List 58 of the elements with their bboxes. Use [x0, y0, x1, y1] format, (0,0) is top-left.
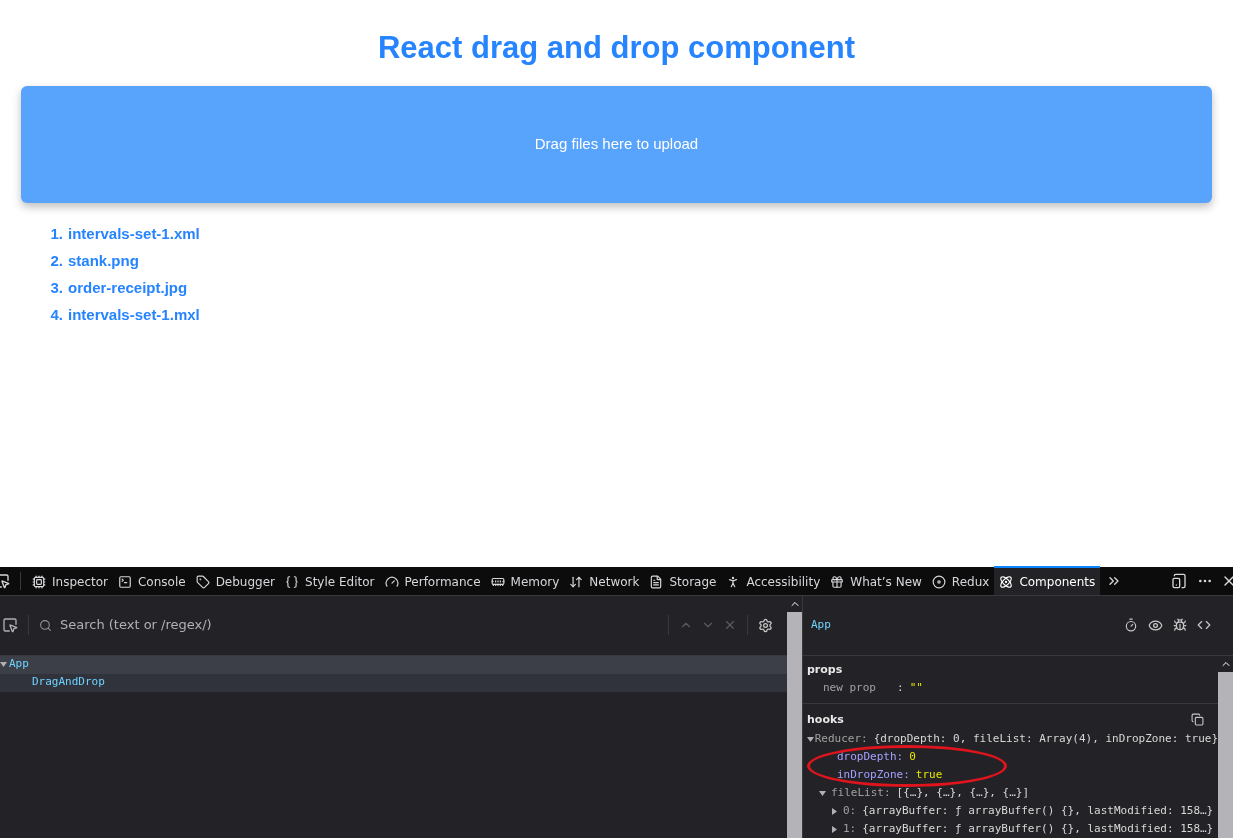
expanded-caret-icon[interactable]	[807, 735, 814, 743]
list-number: 4.	[49, 305, 63, 324]
disc-icon	[931, 574, 946, 589]
hook-row[interactable]: 0: {arrayBuffer: ƒ arrayBuffer() {}, lastModified: 158…}	[803, 802, 1218, 820]
list-number: 1.	[49, 224, 63, 243]
hook-row[interactable]: dropDepth: 0	[803, 748, 1218, 766]
file-name: stank.png	[68, 251, 139, 270]
file-name: order-receipt.jpg	[68, 278, 188, 297]
devtools-tab[interactable]: Redux	[926, 566, 995, 595]
hook-row[interactable]: inDropZone: true	[803, 766, 1218, 784]
terminal-icon	[118, 574, 132, 589]
eye-icon[interactable]	[1148, 617, 1163, 633]
collapsed-caret-icon[interactable]	[831, 807, 838, 815]
chip-icon	[32, 574, 46, 589]
timer-icon[interactable]	[1124, 618, 1138, 632]
devtools-tab[interactable]: Memory	[485, 566, 565, 595]
collapsed-caret-icon[interactable]	[831, 825, 838, 833]
search-icon	[39, 618, 52, 632]
file-name: intervals-set-1.xml	[68, 224, 200, 243]
prop-row[interactable]: new prop : ""	[807, 680, 1214, 697]
document-icon	[649, 574, 664, 589]
hook-row[interactable]: Reducer: {dropDepth: 0, fileList: Array(4), inDropZone: true}	[803, 730, 1218, 748]
expanded-caret-icon[interactable]	[819, 789, 826, 797]
gift-icon	[830, 574, 845, 589]
devtools-tab[interactable]: Accessibility	[721, 566, 826, 595]
devtools-tab[interactable]: What’s New	[825, 566, 927, 595]
devtools-tab[interactable]: Inspector	[27, 566, 113, 595]
atom-icon	[999, 574, 1014, 589]
section-title: props	[807, 661, 844, 678]
section-title: hooks	[807, 711, 844, 728]
scrollbar[interactable]	[787, 595, 802, 838]
hook-row[interactable]: fileList: [{…}, {…}, {…}, {…}]	[803, 784, 1218, 802]
devtools-tab[interactable]: Storage	[644, 566, 722, 595]
code-icon[interactable]	[1197, 618, 1211, 632]
scrollbar[interactable]	[1218, 655, 1233, 838]
file-name: intervals-set-1.mxl	[68, 305, 200, 324]
gauge-icon	[384, 574, 399, 589]
hook-row[interactable]: 1: {arrayBuffer: ƒ arrayBuffer() {}, lastModified: 158…}	[803, 820, 1218, 838]
list-number: 2.	[49, 251, 63, 270]
devtools-tab[interactable]: Performance	[379, 566, 486, 595]
bug-icon[interactable]	[1173, 618, 1187, 632]
select-icon[interactable]	[2, 617, 18, 633]
drop-zone-text: Drag files here to upload	[534, 134, 699, 155]
devtools-tab[interactable]: Console	[113, 566, 191, 595]
arrows-icon	[569, 574, 584, 589]
devtools-tab[interactable]: Style Editor	[280, 566, 380, 595]
settings-icon[interactable]	[758, 617, 773, 633]
component-name: App	[811, 616, 831, 633]
list-number: 3.	[49, 278, 63, 297]
page-title: React drag and drop component	[376, 29, 857, 67]
tag-icon	[195, 574, 210, 589]
responsive-icon[interactable]	[1171, 572, 1187, 589]
braces-icon	[285, 574, 300, 589]
expanded-caret-icon[interactable]	[0, 661, 7, 668]
devtools-tab[interactable]: Debugger	[190, 566, 281, 595]
copy-icon[interactable]	[1191, 713, 1204, 727]
devtools-tab[interactable]: Network	[564, 566, 645, 595]
devtools-tab[interactable]: Components	[994, 566, 1101, 595]
